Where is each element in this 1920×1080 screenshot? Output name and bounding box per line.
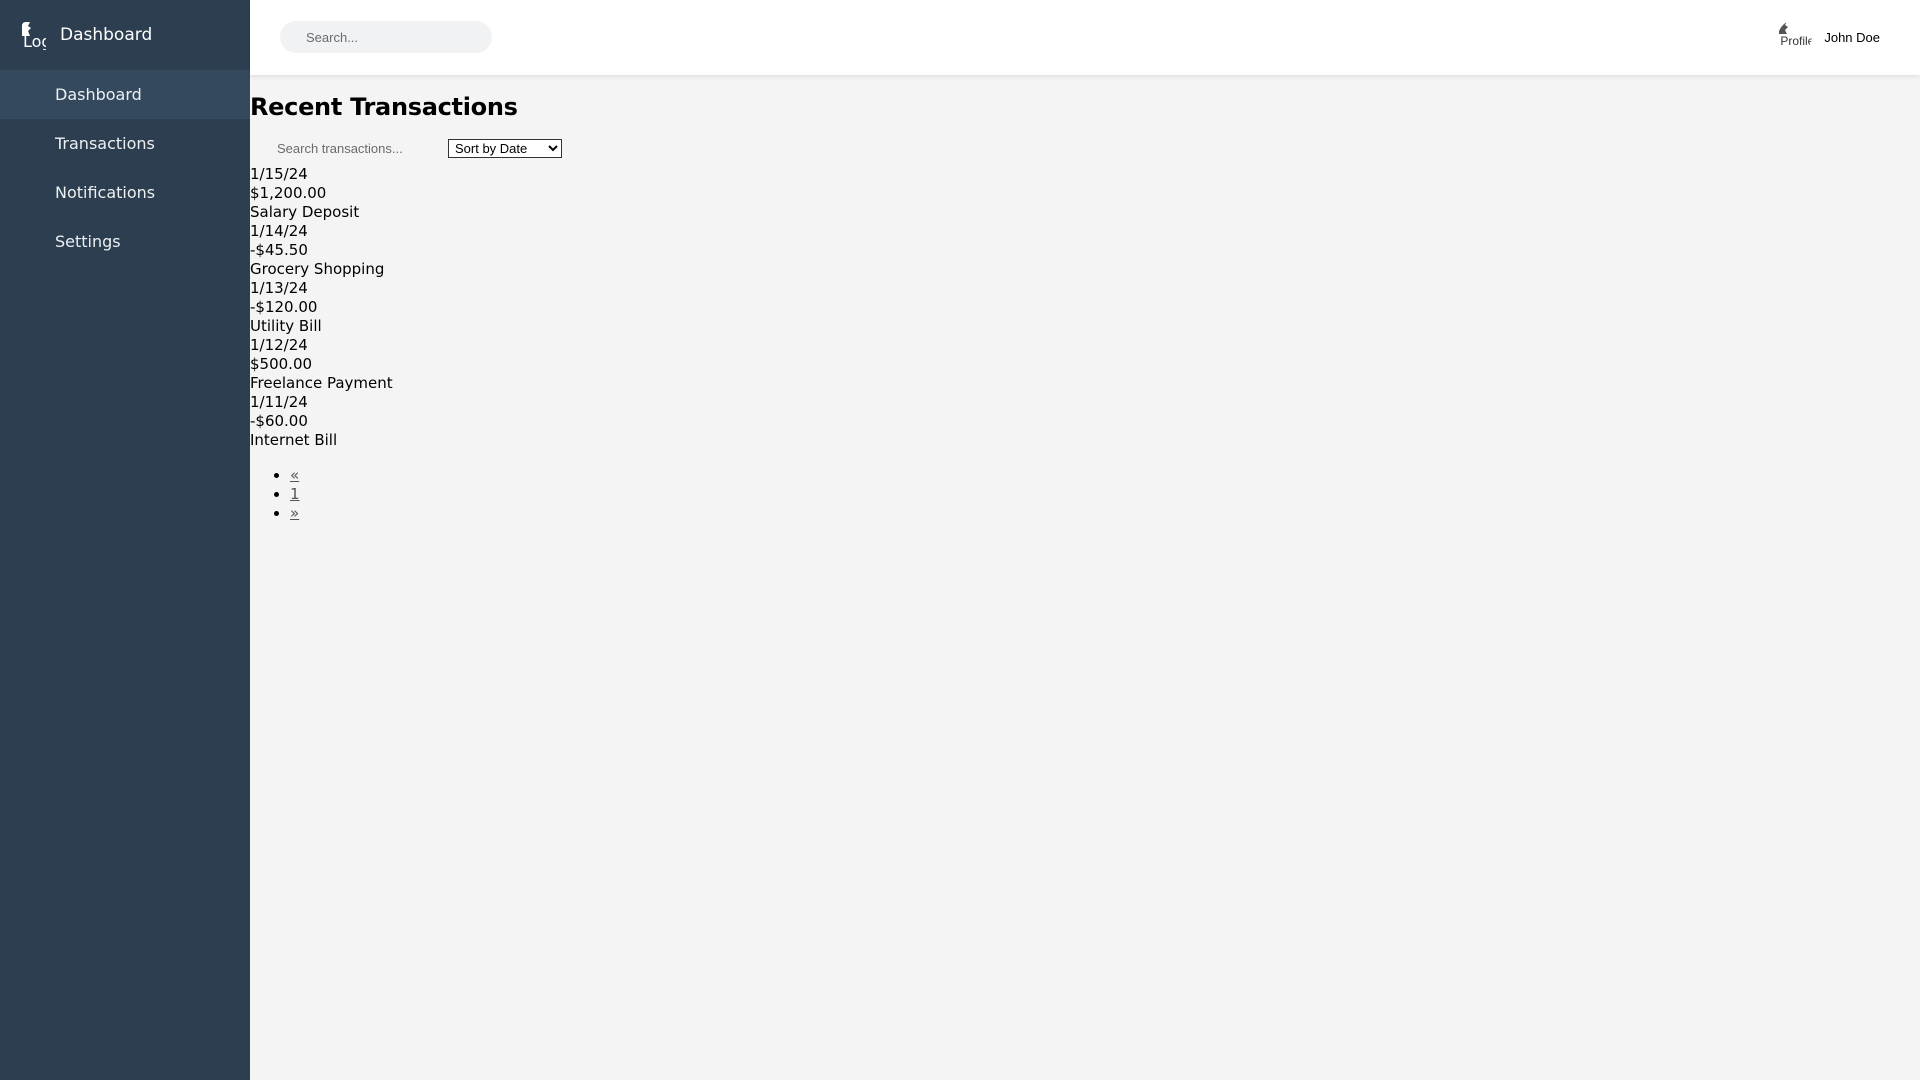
page-link[interactable]: 1 (290, 485, 300, 503)
sidebar-nav: Dashboard Transactions Notifications Set… (0, 70, 250, 266)
pagination: « 1 » (250, 466, 1920, 523)
list-item: 1/12/24 $500.00 Freelance Payment (250, 336, 1920, 393)
transaction-amount: -$45.50 (250, 241, 308, 259)
username: John Doe (1824, 29, 1880, 45)
transaction-search-input[interactable] (250, 137, 440, 159)
sidebar-brand-title: Dashboard (60, 25, 153, 45)
avatar-alt-text: Profile (1780, 34, 1813, 48)
transaction-amount: -$120.00 (250, 298, 318, 316)
sidebar: Logo Dashboard Dashboard Transactions No… (0, 0, 250, 1080)
main-content: Recent Transactions Sort by Date 1/15/24… (250, 75, 1920, 523)
sidebar-item-settings[interactable]: Settings (0, 217, 250, 266)
next-page-link[interactable]: » (290, 504, 299, 522)
sidebar-item-transactions[interactable]: Transactions (0, 119, 250, 168)
transaction-date: 1/15/24 (250, 165, 308, 183)
logo-alt-text: Logo (23, 32, 46, 50)
list-item: 1/15/24 $1,200.00 Salary Deposit (250, 165, 1920, 222)
list-item: 1/14/24 -$45.50 Grocery Shopping (250, 222, 1920, 279)
search-input[interactable] (280, 21, 492, 53)
sort-select[interactable]: Sort by Date (448, 138, 562, 158)
transaction-amount: $1,200.00 (250, 184, 327, 202)
user-profile[interactable]: Profile John Doe (1778, 20, 1880, 54)
transaction-list: 1/15/24 $1,200.00 Salary Deposit 1/14/24… (250, 165, 1920, 450)
transaction-amount: -$60.00 (250, 412, 308, 430)
list-item: 1/13/24 -$120.00 Utility Bill (250, 279, 1920, 336)
transaction-description: Utility Bill (250, 317, 322, 335)
transaction-description: Grocery Shopping (250, 260, 385, 278)
transaction-date: 1/14/24 (250, 222, 308, 240)
page-title: Recent Transactions (250, 93, 518, 121)
transaction-amount: $500.00 (250, 355, 313, 373)
sidebar-item-notifications[interactable]: Notifications (0, 168, 250, 217)
avatar[interactable]: Profile (1778, 20, 1812, 54)
prev-page-link[interactable]: « (290, 466, 299, 484)
transaction-date: 1/12/24 (250, 336, 308, 354)
pagination-page-item: 1 (290, 485, 1920, 504)
transaction-description: Internet Bill (250, 431, 338, 449)
sidebar-item-dashboard[interactable]: Dashboard (0, 70, 250, 119)
transaction-description: Freelance Payment (250, 374, 393, 392)
top-bar: Profile John Doe (250, 0, 1920, 75)
pagination-next-item: » (290, 504, 1920, 523)
transaction-date: 1/11/24 (250, 393, 308, 411)
sidebar-header: Logo Dashboard (0, 0, 250, 70)
logo: Logo (20, 20, 46, 50)
pagination-prev-item: « (290, 466, 1920, 485)
transaction-date: 1/13/24 (250, 279, 308, 297)
transaction-filters: Sort by Date (250, 137, 1920, 159)
list-item: 1/11/24 -$60.00 Internet Bill (250, 393, 1920, 450)
transaction-description: Salary Deposit (250, 203, 360, 221)
